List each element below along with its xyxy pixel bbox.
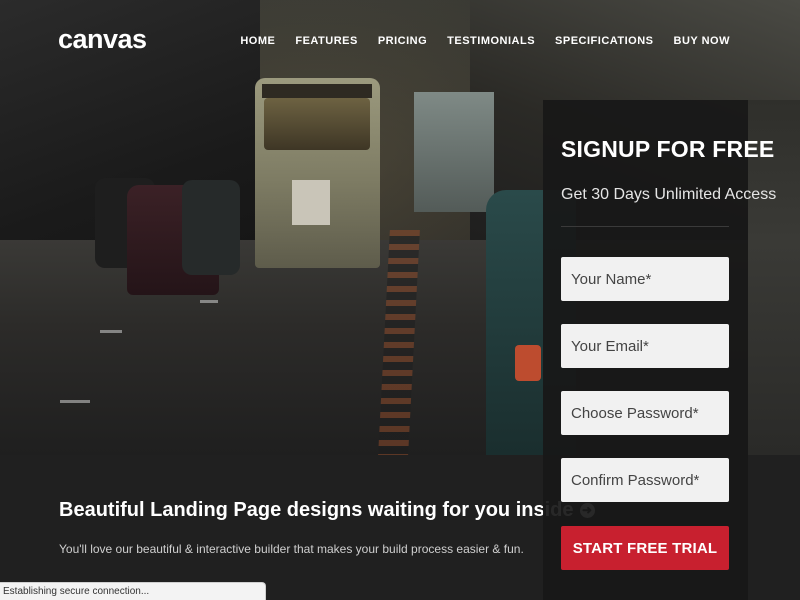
promo-heading-text: Beautiful Landing Page designs waiting f… bbox=[59, 499, 574, 521]
start-free-trial-button[interactable]: START FREE TRIAL bbox=[561, 526, 729, 570]
nav-item-testimonials[interactable]: TESTIMONIALS bbox=[447, 35, 535, 47]
hero-lane-mark bbox=[100, 330, 122, 333]
nav-item-features[interactable]: FEATURES bbox=[295, 35, 357, 47]
hero-bus-window bbox=[264, 98, 370, 150]
hero-bus-sign bbox=[262, 84, 372, 98]
confirm-password-field[interactable] bbox=[561, 458, 729, 502]
nav-item-specifications[interactable]: SPECIFICATIONS bbox=[555, 35, 653, 47]
signup-divider bbox=[561, 226, 729, 227]
hero-bus-distant bbox=[414, 92, 494, 212]
hero-bus-plate bbox=[292, 180, 330, 225]
main-nav: HOME FEATURES PRICING TESTIMONIALS SPECI… bbox=[240, 35, 730, 47]
brand-logo[interactable]: canvas bbox=[58, 24, 147, 55]
browser-status-bar: Establishing secure connection... bbox=[0, 582, 266, 600]
hero-car bbox=[182, 180, 240, 275]
password-field[interactable] bbox=[561, 391, 729, 435]
hero-lane-mark bbox=[60, 400, 90, 403]
signup-subtitle: Get 30 Days Unlimited Access bbox=[561, 186, 777, 203]
hero-lane-mark bbox=[200, 300, 218, 303]
email-field[interactable] bbox=[561, 324, 729, 368]
nav-item-home[interactable]: HOME bbox=[240, 35, 275, 47]
promo-subtext: You'll love our beautiful & interactive … bbox=[59, 542, 524, 556]
promo-heading[interactable]: Beautiful Landing Page designs waiting f… bbox=[59, 499, 595, 522]
signup-title: SIGNUP FOR FREE bbox=[561, 136, 775, 162]
nav-item-buy-now[interactable]: BUY NOW bbox=[674, 35, 730, 47]
hero-taillight bbox=[515, 345, 541, 381]
name-field[interactable] bbox=[561, 257, 729, 301]
nav-item-pricing[interactable]: PRICING bbox=[378, 35, 427, 47]
